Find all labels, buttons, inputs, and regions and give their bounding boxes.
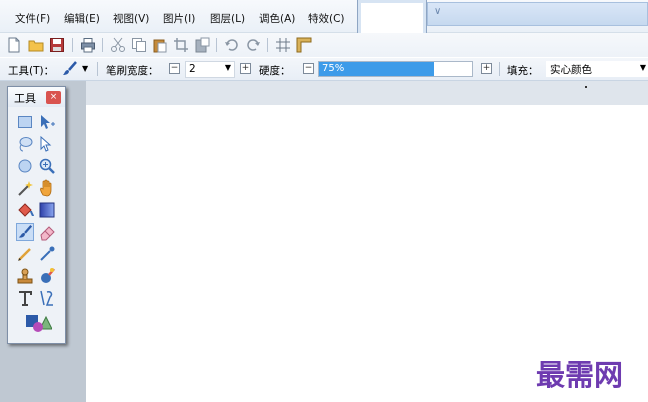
watermark-logo: 最需网 (536, 358, 624, 392)
tool-dropdown-chevron-icon[interactable]: ▼ (82, 64, 88, 73)
toolbar-separator (72, 38, 73, 52)
zoom-tool[interactable] (38, 157, 56, 175)
paintbrush-tool-icon[interactable] (62, 61, 78, 77)
menu-view[interactable]: 视图(V) (113, 11, 149, 26)
copy-icon[interactable] (131, 37, 147, 53)
shapes-tool[interactable] (24, 313, 52, 333)
hardness-slider[interactable]: 75% (318, 61, 473, 77)
open-folder-icon[interactable] (28, 37, 44, 53)
move-selected-tool[interactable] (38, 135, 56, 153)
pan-tool[interactable] (38, 179, 56, 197)
brush-width-increase-button[interactable]: + (240, 63, 251, 74)
pencil-tool[interactable] (16, 245, 34, 263)
tools-palette-title: 工具 (14, 92, 36, 105)
paste-into-icon[interactable] (194, 37, 210, 53)
ellipse-select-tool[interactable] (16, 157, 34, 175)
fill-mode-chevron-icon[interactable]: ▼ (640, 63, 646, 72)
eraser-tool[interactable] (38, 223, 56, 241)
print-icon[interactable] (80, 37, 96, 53)
text-tool[interactable] (16, 289, 34, 307)
settings-separator (499, 62, 500, 76)
brush-width-decrease-button[interactable]: − (169, 63, 180, 74)
tools-palette-header[interactable]: 工具 × (8, 87, 65, 107)
menu-layers[interactable]: 图层(L) (210, 11, 245, 26)
new-file-icon[interactable] (6, 37, 22, 53)
toolbar-separator (102, 38, 103, 52)
tools-palette: 工具 × (7, 86, 66, 344)
lasso-select-tool[interactable] (16, 135, 34, 153)
canvas-marker (585, 86, 587, 88)
redo-icon[interactable] (245, 37, 261, 53)
tool-label: 工具(T)： (8, 65, 55, 77)
canvas-top-margin (86, 81, 648, 105)
undo-icon[interactable] (224, 37, 240, 53)
menu-adjustments[interactable]: 调色(A) (259, 11, 295, 26)
close-icon[interactable]: × (46, 91, 61, 104)
rectangle-select-tool[interactable] (16, 113, 34, 131)
tool-settings-bar: 工具(T)： ▼ 笔刷宽度： − 2 ▼ + 硬度： − 75% + 填充： 实… (0, 58, 648, 81)
hardness-increase-button[interactable]: + (481, 63, 492, 74)
menu-edit[interactable]: 编辑(E) (64, 11, 100, 26)
tab-list-chevron-icon[interactable]: ∨ (434, 6, 441, 17)
brush-width-value: 2 (189, 63, 196, 75)
menu-image[interactable]: 图片(I) (163, 11, 195, 26)
menu-effects[interactable]: 特效(C) (308, 11, 345, 26)
magic-wand-tool[interactable] (16, 179, 34, 197)
gradient-tool[interactable] (38, 201, 56, 219)
paint-bucket-tool[interactable] (16, 201, 34, 219)
ruler-icon[interactable] (296, 37, 312, 53)
cut-icon[interactable] (110, 37, 126, 53)
brush-width-combo[interactable]: 2 ▼ (185, 61, 235, 78)
toolbar-separator (267, 38, 268, 52)
clone-stamp-tool[interactable] (16, 267, 34, 285)
menu-file[interactable]: 文件(F) (15, 11, 50, 26)
crop-icon[interactable] (173, 37, 189, 53)
fill-mode-value: 实心颜色 (550, 64, 592, 76)
paste-icon[interactable] (152, 37, 168, 53)
settings-separator (97, 62, 98, 76)
brush-width-chevron-icon[interactable]: ▼ (225, 63, 231, 72)
line-curve-tool[interactable] (38, 289, 56, 307)
image-tab-strip: ∨ (427, 2, 648, 26)
hardness-decrease-button[interactable]: − (303, 63, 314, 74)
hardness-value: 75% (322, 63, 345, 74)
brush-width-label: 笔刷宽度： (106, 65, 159, 77)
toolbar-separator (216, 38, 217, 52)
recolor-tool[interactable] (38, 267, 56, 285)
grid-icon[interactable] (275, 37, 291, 53)
move-selection-tool[interactable] (38, 113, 56, 131)
paintbrush-tool[interactable] (16, 223, 34, 241)
color-picker-tool[interactable] (38, 245, 56, 263)
fill-label: 填充： (507, 65, 539, 77)
hardness-label: 硬度： (259, 65, 291, 77)
save-icon[interactable] (49, 37, 65, 53)
icon-toolbar (0, 33, 648, 57)
fill-mode-combo[interactable]: 实心颜色 ▼ (546, 61, 648, 77)
